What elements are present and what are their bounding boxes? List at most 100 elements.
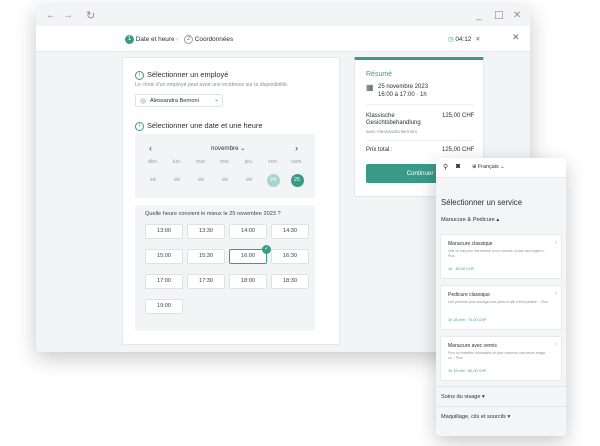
employee-hint: Le choix d'un employé peut avoir une inc… (135, 82, 289, 88)
time-slot-label: 17:30 (199, 278, 213, 284)
time-slot-area: Quelle heure convient le mieux le 25 nov… (135, 205, 315, 331)
service-card[interactable]: Manucure avec vernis Pour un entretien d'… (440, 336, 562, 381)
employee-select[interactable]: Alessandra Bernoni ⌄ (135, 94, 223, 107)
step-number: 1 (125, 35, 134, 44)
total-label: Prix total : (366, 147, 393, 153)
forward-arrow-icon[interactable]: → (63, 9, 73, 23)
step-number: 2 (184, 35, 193, 44)
summary-service-line2: Gesichtsbehandlung (366, 120, 421, 126)
time-slot-label: 18:30 (283, 278, 297, 284)
time-slot-button[interactable]: 16:30 (271, 249, 309, 264)
service-name: Manucure classique (448, 241, 493, 247)
location-pin-icon[interactable]: ⚲ (443, 163, 448, 171)
category-maquillage[interactable]: Maquillage, cils et sourcils ▾ (441, 414, 510, 420)
time-slot-button[interactable]: 14:00 (229, 224, 267, 239)
time-slot-selected[interactable]: 16:00 ✓ (229, 245, 271, 264)
service-description: Pour un entretien d'exception et pour re… (448, 351, 547, 360)
divider (366, 140, 474, 141)
timer-value: 04:12 (455, 36, 472, 43)
close-window-icon[interactable]: ✕ (513, 9, 521, 23)
service-description: Que ce soit pour une femme ou un homme, … (448, 249, 548, 258)
datetime-section-title: i Sélectionner une date et une heure (135, 121, 262, 131)
time-question: Quelle heure convient le mieux le 25 nov… (145, 211, 281, 217)
selection-panel: i Sélectionner un employé Le choix d'un e… (122, 57, 340, 345)
time-slot-button[interactable]: 17:00 (145, 274, 183, 289)
weekday-label: mer. (219, 159, 231, 165)
minimize-icon[interactable]: _ (476, 9, 482, 23)
summary-time: 16:00 à 17:00 · 1h (378, 92, 427, 98)
clock-icon: ◷ (448, 36, 454, 43)
summary-price: 125,00 CHF (442, 113, 475, 119)
chevron-right-icon: › (555, 290, 558, 297)
time-slot-button[interactable]: 17:30 (187, 274, 225, 289)
time-slot-label: 19:00 (157, 303, 171, 309)
selected-employee: Alessandra Bernoni (150, 98, 199, 104)
service-duration-price: 1h 15 min · 60,00 CHF (448, 369, 487, 373)
refresh-icon[interactable]: ↻ (86, 9, 95, 23)
service-name: Manucure avec vernis (448, 343, 497, 349)
camera-icon[interactable]: ◙ (456, 163, 460, 170)
chevron-down-icon: ⌄ (214, 97, 220, 103)
maximize-icon[interactable]: ☐ (494, 9, 504, 23)
service-card[interactable]: Manucure classique Que ce soit pour une f… (440, 234, 562, 279)
time-slot-button[interactable]: 19:00 (145, 299, 183, 314)
weekday-label: jeu. (244, 159, 254, 165)
time-slot-button[interactable]: 18:00 (229, 274, 267, 289)
timer-close-icon[interactable]: ✕ (475, 36, 480, 43)
time-slot-label: 18:00 (241, 278, 255, 284)
time-slot-button[interactable]: 15:30 (187, 249, 225, 264)
month-label[interactable]: novembre ⌄ (211, 145, 245, 152)
step-label: Date et heure (135, 36, 175, 44)
window-titlebar: ← → ↻ _ ☐ ✕ (36, 6, 530, 26)
calendar-day-available[interactable]: 24 (266, 174, 280, 187)
step-date-heure[interactable]: 1 Date et heure (125, 35, 175, 44)
back-arrow-icon[interactable]: ← (46, 9, 56, 23)
step-label: Coordonnées (194, 36, 234, 44)
close-booking-icon[interactable]: ✕ (512, 33, 520, 42)
chevron-right-icon: › (555, 239, 558, 246)
calendar: ‹ novembre ⌄ › dim. lun. mar. mer. jeu. ven. s… (135, 134, 315, 198)
calendar-day-unavailable: 23 (246, 177, 252, 183)
info-icon: i (135, 70, 144, 80)
checkmark-icon: ✓ (262, 245, 271, 254)
previous-month-icon[interactable]: ‹ (149, 143, 152, 153)
service-card[interactable]: Pedicure classique Une pédicure pour soul… (440, 285, 562, 330)
divider (366, 104, 474, 105)
time-slot-label: 16:30 (283, 253, 297, 259)
avatar (140, 98, 146, 104)
mobile-title: Sélectionner un service (441, 198, 523, 207)
time-slot-button[interactable]: 13:00 (145, 224, 183, 239)
calendar-day-selected[interactable]: 25 (290, 174, 304, 187)
category-manucure[interactable]: Manucure & Pedicure ▴ (441, 217, 499, 223)
step-coordonnees[interactable]: 2 Coordonnées (184, 35, 233, 44)
time-slot-label: 13:00 (157, 228, 171, 234)
summary-date: 25 novembre 2023 (378, 84, 429, 90)
time-slot-button[interactable]: 18:30 (271, 274, 309, 289)
chevron-right-icon: › (555, 341, 558, 348)
time-slot-button[interactable]: 14:30 (271, 224, 309, 239)
step-separator-icon: › (176, 36, 179, 43)
booking-steps-bar: 1 Date et heure › 2 Coordonnées ◷ 04:12 … (36, 26, 530, 52)
session-timer: ◷ 04:12 ✕ (448, 35, 481, 44)
divider (436, 406, 566, 407)
service-description: Une pédicure pour soulager vos pieds et … (448, 300, 548, 304)
calendar-day-unavailable: 20 (174, 177, 180, 183)
service-name: Pedicure classique (448, 292, 490, 298)
category-soins-visage[interactable]: Soins du visage ▾ (441, 394, 485, 400)
time-slot-button[interactable]: 13:30 (187, 224, 225, 239)
time-slot-label: 16:00 (241, 253, 255, 259)
weekday-label: sam. (291, 159, 303, 165)
mobile-header: ⚲ ◙ ⊕ Français ⌄ (436, 158, 566, 178)
divider (436, 386, 566, 387)
next-month-icon[interactable]: › (295, 143, 298, 153)
weekday-label: mar. (195, 159, 207, 165)
time-slot-label: 14:30 (283, 228, 297, 234)
time-slot-label: 14:00 (241, 228, 255, 234)
time-slot-label: 15:30 (199, 253, 213, 259)
language-selector[interactable]: ⊕ Français ⌄ (472, 164, 505, 170)
summary-employee: avec Alessandra Bernoni (366, 129, 417, 134)
info-icon: i (135, 121, 144, 131)
time-slot-button[interactable]: 15:00 (145, 249, 183, 264)
time-slot-label: 17:00 (157, 278, 171, 284)
service-duration-price: 1h 15 min · 70,00 CHF (448, 318, 487, 322)
